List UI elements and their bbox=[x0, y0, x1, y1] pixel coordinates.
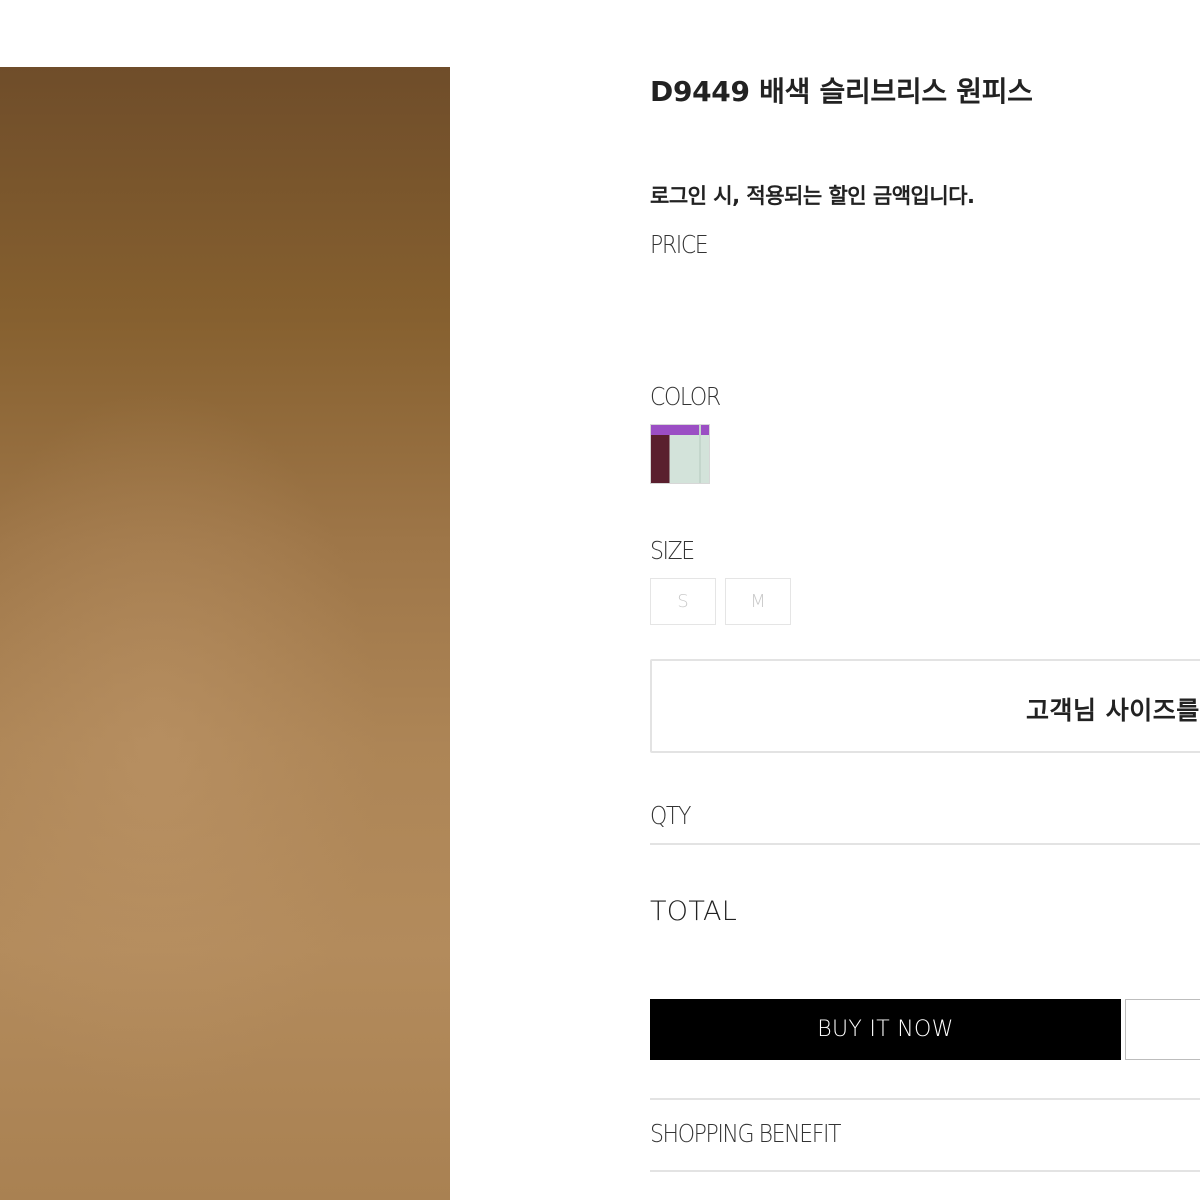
total-label: TOTAL bbox=[650, 896, 738, 927]
product-image bbox=[0, 67, 450, 1200]
qty-label: QTY bbox=[650, 801, 691, 830]
price-label: PRICE bbox=[650, 230, 709, 259]
size-option-s[interactable]: S bbox=[650, 578, 716, 625]
shopping-benefit-toggle[interactable]: SHOPPING BENEFIT bbox=[650, 1119, 841, 1148]
color-swatch[interactable] bbox=[650, 424, 710, 484]
color-label: COLOR bbox=[650, 382, 721, 411]
benefit-bottom-divider bbox=[650, 1170, 1200, 1172]
size-option-m[interactable]: M bbox=[725, 578, 791, 625]
swatch-divider bbox=[699, 425, 701, 483]
size-finder-button[interactable]: 고객님 사이즈를 bbox=[650, 659, 1200, 753]
benefit-top-divider bbox=[650, 1098, 1200, 1100]
secondary-action-button[interactable] bbox=[1125, 999, 1200, 1060]
qty-divider bbox=[650, 843, 1200, 845]
login-discount-note: 로그인 시, 적용되는 할인 금액입니다. bbox=[650, 184, 975, 208]
product-title: D9449 배색 슬리브리스 원피스 bbox=[650, 75, 1033, 108]
size-label: SIZE bbox=[650, 536, 695, 565]
size-finder-label: 고객님 사이즈를 bbox=[1026, 696, 1200, 725]
product-info-panel: D9449 배색 슬리브리스 원피스 로그인 시, 적용되는 할인 금액입니다.… bbox=[650, 0, 1200, 1200]
buy-now-button[interactable]: BUY IT NOW bbox=[650, 999, 1121, 1060]
